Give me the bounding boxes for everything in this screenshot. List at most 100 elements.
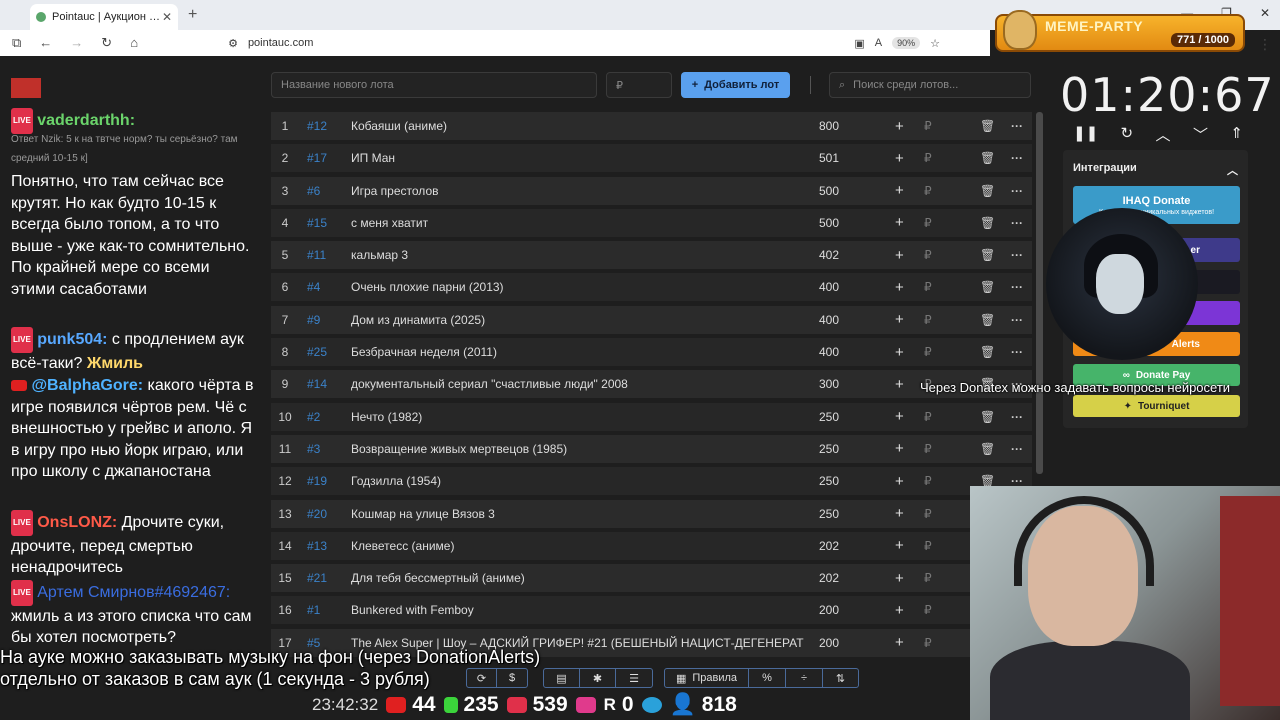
translate-icon[interactable]: A [875, 37, 882, 49]
screenshot-icon[interactable]: ▣ [854, 37, 864, 50]
lot-row[interactable]: 11 #3 Возвращение живых мертвецов (1985) 25… [271, 434, 1032, 463]
forward-icon[interactable]: → [70, 35, 83, 51]
ruble-icon[interactable]: ₽ [924, 184, 932, 198]
add-amount-icon[interactable]: + [895, 311, 904, 328]
more-icon[interactable]: ··· [1011, 119, 1023, 133]
lot-row[interactable]: 4 #15 с меня хватит 500 + ₽ 🗑 ··· [271, 208, 1032, 237]
add-amount-icon[interactable]: + [895, 182, 904, 199]
add-amount-icon[interactable]: + [895, 473, 904, 490]
sort-icon[interactable]: ⇅ [823, 669, 858, 687]
lot-name[interactable]: Кошмар на улице Вязов 3 [351, 507, 821, 521]
trash-icon[interactable]: 🗑 [980, 119, 995, 133]
more-icon[interactable]: ··· [1011, 313, 1023, 327]
lot-name[interactable]: Безбрачная неделя (2011) [351, 345, 821, 359]
ruble-icon[interactable]: ₽ [924, 313, 932, 327]
lot-row[interactable]: 9 #14 документальный сериал "счастливые лю… [271, 370, 1032, 399]
lot-row[interactable]: 12 #19 Годзилла (1954) 250 + ₽ 🗑 ··· [271, 467, 1032, 496]
url-text[interactable]: pointauc.com [248, 37, 313, 49]
lot-row[interactable]: 8 #25 Безбрачная неделя (2011) 400 + ₽ 🗑 ··· [271, 338, 1032, 367]
trash-icon[interactable]: 🗑 [980, 410, 995, 424]
more-icon[interactable]: ··· [1011, 151, 1023, 165]
lot-name[interactable]: с меня хватит [351, 216, 821, 230]
trash-icon[interactable]: 🗑 [980, 442, 995, 456]
lot-row[interactable]: 2 #17 ИП Ман 501 + ₽ 🗑 ··· [271, 144, 1032, 173]
lot-name[interactable]: Клеветесс (аниме) [351, 539, 821, 553]
trash-icon[interactable]: 🗑 [980, 345, 995, 359]
ruble-icon[interactable]: ₽ [924, 507, 932, 521]
reset-icon[interactable]: ↻ [1121, 124, 1134, 145]
add-amount-icon[interactable]: + [895, 408, 904, 425]
chevron-up-icon[interactable]: ︿ [1156, 124, 1171, 145]
lot-row[interactable]: 14 #13 Клеветесс (аниме) 202 + ₽ [271, 531, 1032, 560]
browser-menu-icon[interactable]: ⋮ [1258, 36, 1272, 53]
add-amount-icon[interactable]: + [895, 440, 904, 457]
ruble-icon[interactable]: ₽ [924, 119, 932, 133]
ruble-icon[interactable]: ₽ [924, 442, 932, 456]
add-amount-icon[interactable]: + [895, 344, 904, 361]
lot-row[interactable]: 13 #20 Кошмар на улице Вязов 3 250 + ₽ [271, 499, 1032, 528]
browser-tab[interactable]: Pointauc | Аукцион для стримеров ✕ [30, 4, 178, 30]
lot-row[interactable]: 10 #2 Нечто (1982) 250 + ₽ 🗑 ··· [271, 402, 1032, 431]
more-icon[interactable]: ··· [1011, 280, 1023, 294]
bookmark-star-icon[interactable]: ☆ [930, 37, 940, 50]
add-amount-icon[interactable]: + [895, 376, 904, 393]
add-lot-button[interactable]: + Добавить лот [681, 72, 790, 98]
percent-button[interactable]: % [749, 669, 786, 687]
ruble-icon[interactable]: ₽ [924, 280, 932, 294]
add-amount-icon[interactable]: + [895, 602, 904, 619]
chevron-down-icon[interactable]: ﹀ [1193, 124, 1208, 145]
trash-icon[interactable]: 🗑 [980, 248, 995, 262]
clear-icon[interactable]: ☰ [616, 669, 652, 687]
more-icon[interactable]: ··· [1011, 216, 1023, 230]
add-amount-icon[interactable]: + [895, 570, 904, 587]
reload-icon[interactable]: ↻ [101, 35, 112, 51]
lot-name[interactable]: Годзилла (1954) [351, 474, 821, 488]
ruble-icon[interactable]: ₽ [924, 248, 932, 262]
more-icon[interactable]: ··· [1011, 248, 1023, 262]
ruble-icon[interactable]: ₽ [924, 603, 932, 617]
lot-name[interactable]: Нечто (1982) [351, 410, 821, 424]
lot-row[interactable]: 15 #21 Для тебя бессмертный (аниме) 202 + ₽ [271, 564, 1032, 593]
lot-name[interactable]: Очень плохие парни (2013) [351, 280, 821, 294]
lot-name[interactable]: документальный сериал "счастливые люди" … [351, 377, 821, 391]
lot-row[interactable]: 16 #1 Bunkered with Femboy 200 + ₽ [271, 596, 1032, 625]
pause-icon[interactable]: ❚❚ [1073, 124, 1098, 145]
ruble-icon[interactable]: ₽ [924, 571, 932, 585]
dollar-icon[interactable]: $ [497, 669, 527, 687]
back-icon[interactable]: ← [39, 35, 52, 51]
ruble-icon[interactable]: ₽ [924, 151, 932, 165]
collapse-icon[interactable]: ︿ [1227, 162, 1238, 178]
trash-icon[interactable]: 🗑 [980, 184, 995, 198]
ruble-icon[interactable]: ₽ [924, 474, 932, 488]
home-icon[interactable]: ⌂ [130, 35, 138, 51]
zoom-level[interactable]: 90% [892, 37, 921, 49]
bug-icon[interactable]: ✱ [580, 669, 616, 687]
close-window-icon[interactable]: ✕ [1260, 6, 1270, 20]
lot-row[interactable]: 5 #11 кальмар 3 402 + ₽ 🗑 ··· [271, 241, 1032, 270]
lot-row[interactable]: 7 #9 Дом из динамита (2025) 400 + ₽ 🗑 ··· [271, 305, 1032, 334]
site-info-icon[interactable]: ⚙ [228, 37, 238, 50]
ruble-icon[interactable]: ₽ [924, 539, 932, 553]
sidebar-toggle-icon[interactable]: ⧉ [12, 35, 21, 51]
sync-icon[interactable]: ⟳ [467, 669, 497, 687]
lots-scrollbar[interactable] [1036, 112, 1043, 474]
add-amount-icon[interactable]: + [895, 150, 904, 167]
new-lot-input[interactable]: Название нового лота [271, 72, 597, 98]
add-amount-icon[interactable]: + [895, 118, 904, 135]
split-icon[interactable]: ÷ [786, 669, 823, 687]
trash-icon[interactable]: 🗑 [980, 280, 995, 294]
new-tab-icon[interactable]: + [188, 6, 197, 24]
lot-name[interactable]: Игра престолов [351, 184, 821, 198]
trash-icon[interactable]: 🗑 [980, 151, 995, 165]
trash-icon[interactable]: 🗑 [980, 216, 995, 230]
lot-name[interactable]: Для тебя бессмертный (аниме) [351, 571, 821, 585]
trash-icon[interactable]: 🗑 [980, 313, 995, 327]
lot-row[interactable]: 6 #4 Очень плохие парни (2013) 400 + ₽ 🗑 ··· [271, 273, 1032, 302]
more-icon[interactable]: ··· [1011, 410, 1023, 424]
more-icon[interactable]: ··· [1011, 442, 1023, 456]
lot-row[interactable]: 3 #6 Игра престолов 500 + ₽ 🗑 ··· [271, 176, 1032, 205]
more-icon[interactable]: ··· [1011, 345, 1023, 359]
lot-row[interactable]: 1 #12 Кобаяши (аниме) 800 + ₽ 🗑 ··· [271, 112, 1032, 140]
add-amount-icon[interactable]: + [895, 279, 904, 296]
lot-name[interactable]: Кобаяши (аниме) [351, 119, 821, 133]
